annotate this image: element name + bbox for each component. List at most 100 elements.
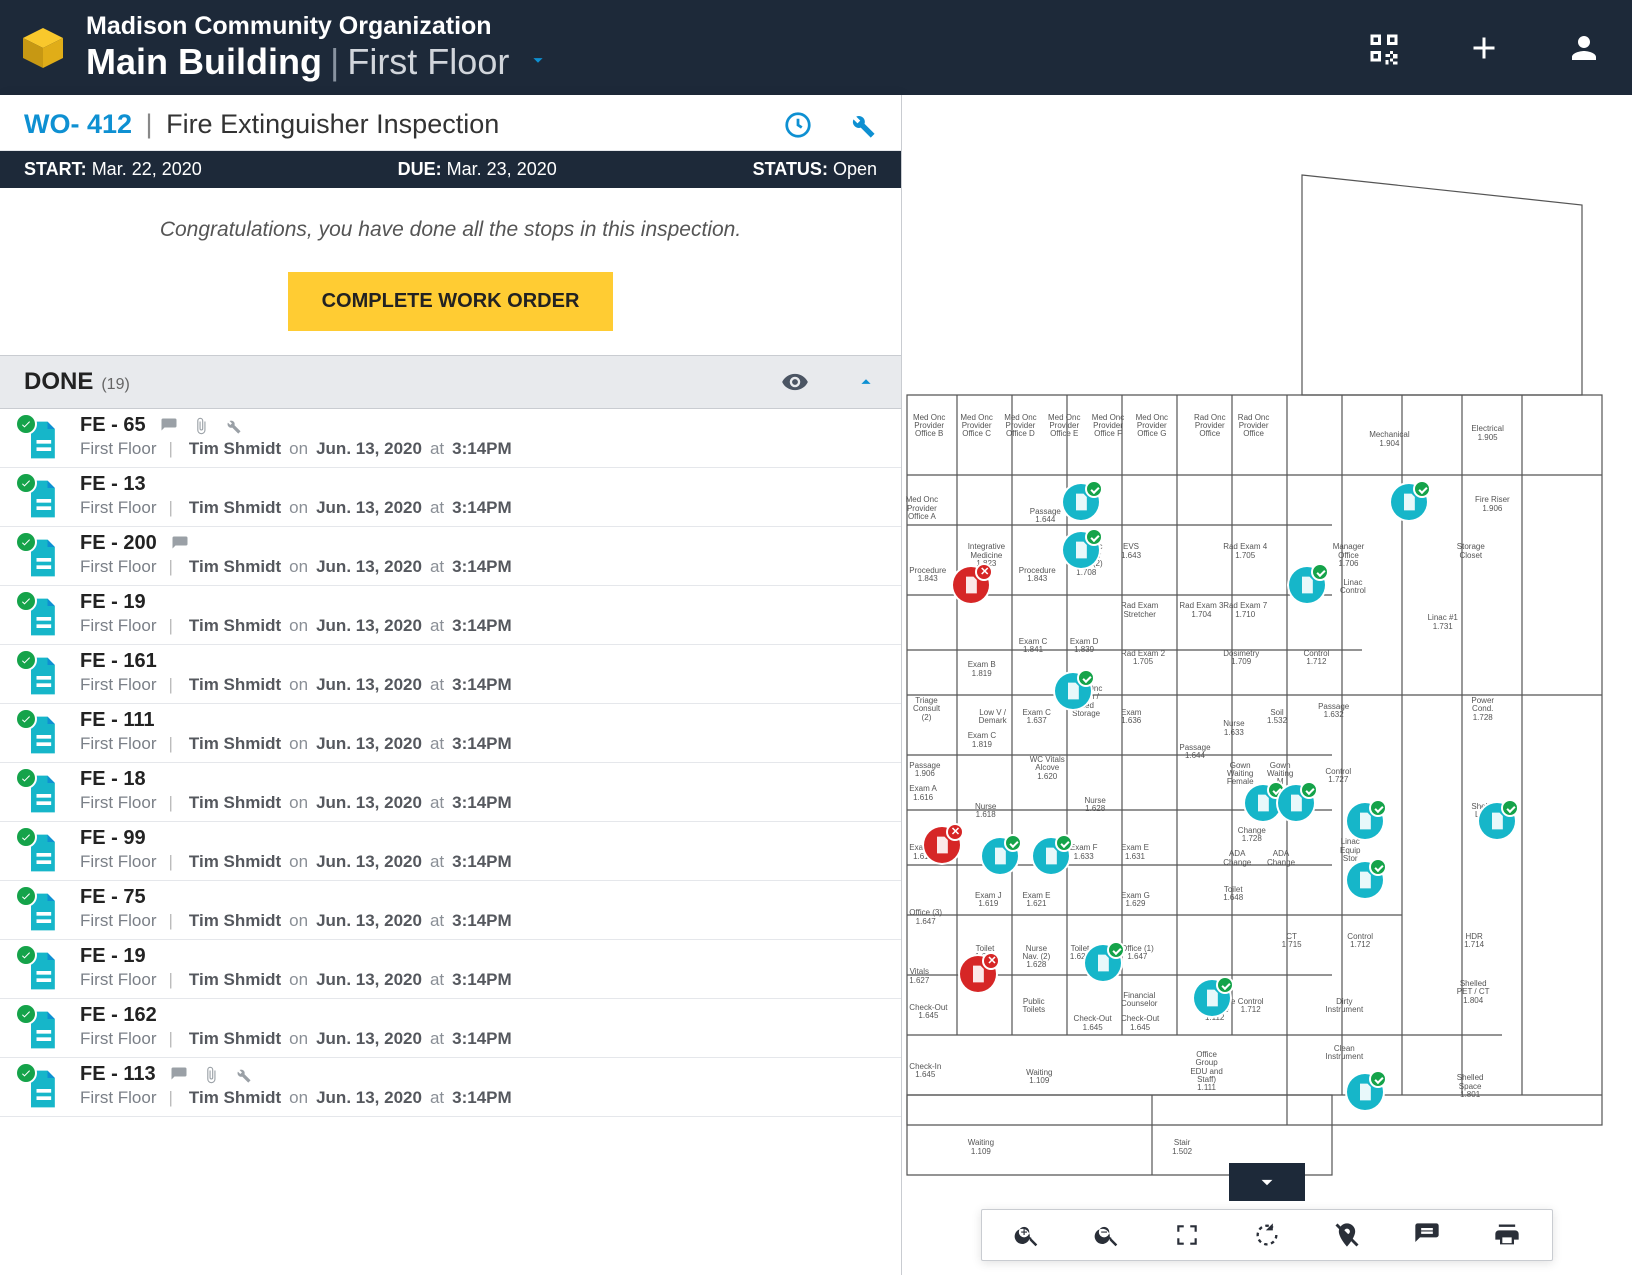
eye-icon[interactable] — [781, 368, 809, 396]
done-section-header[interactable]: DONE (19) — [0, 355, 901, 409]
floor-name: First Floor — [347, 41, 509, 83]
collapse-icon[interactable] — [855, 371, 877, 393]
stop-text: FE - 200 First Floor | Tim Shmidt on Jun… — [80, 532, 877, 577]
check-badge-icon — [15, 826, 37, 848]
location-off-icon[interactable] — [1332, 1220, 1362, 1250]
stop-status-icon — [20, 713, 64, 757]
print-icon[interactable] — [1492, 1220, 1522, 1250]
building-selector[interactable]: Main Building | First Floor — [86, 41, 549, 83]
room-label: Vitals1.627 — [909, 968, 929, 985]
list-item[interactable]: FE - 99 First Floor | Tim Shmidt on Jun.… — [0, 822, 901, 881]
list-item[interactable]: FE - 200 First Floor | Tim Shmidt on Jun… — [0, 527, 901, 586]
room-label: Med OncProviderOffice D — [1004, 414, 1036, 439]
work-order-number[interactable]: WO- 412 — [24, 109, 132, 139]
stop-status-icon — [20, 949, 64, 993]
room-label: Linac #11.731 — [1428, 614, 1458, 631]
due-value: Mar. 23, 2020 — [447, 159, 557, 179]
room-label: Low V /Demark — [979, 709, 1007, 726]
list-item[interactable]: FE - 65 First Floor | Tim Shmidt on Jun.… — [0, 409, 901, 468]
room-label: Exam D1.839 — [1070, 638, 1098, 655]
stop-line-2: First Floor | Tim Shmidt on Jun. 13, 202… — [80, 498, 877, 518]
room-label: Med OncProviderOffice C — [960, 414, 992, 439]
room-label: Stair1.502 — [1172, 1139, 1192, 1156]
room-label: OfficeGroupEDU andStaff)1.111 — [1190, 1051, 1222, 1093]
stop-status-icon — [20, 418, 64, 462]
list-item[interactable]: FE - 161 First Floor | Tim Shmidt on Jun… — [0, 645, 901, 704]
attachment-icon[interactable] — [192, 417, 210, 435]
stop-line-1: FE - 19 — [80, 945, 877, 968]
wrench-icon[interactable] — [224, 417, 242, 435]
stop-floor: First Floor — [80, 557, 157, 577]
stop-line-1: FE - 13 — [80, 473, 877, 496]
wrench-icon[interactable] — [234, 1066, 252, 1084]
map-marker-ok[interactable] — [1289, 567, 1325, 603]
stop-text: FE - 13 First Floor | Tim Shmidt on Jun.… — [80, 473, 877, 518]
room-label: Exam B1.819 — [968, 661, 996, 678]
stop-date: Jun. 13, 2020 — [316, 1029, 422, 1049]
list-item[interactable]: FE - 113 First Floor | Tim Shmidt on Jun… — [0, 1058, 901, 1117]
stop-text: FE - 18 First Floor | Tim Shmidt on Jun.… — [80, 768, 877, 813]
work-order-header: WO- 412 | Fire Extinguisher Inspection — [0, 95, 901, 151]
fullscreen-icon[interactable] — [1172, 1220, 1202, 1250]
zoom-out-icon[interactable] — [1092, 1220, 1122, 1250]
room-label: Waiting1.109 — [968, 1139, 994, 1156]
map-marker-ok[interactable] — [1479, 803, 1515, 839]
map-marker-ok[interactable] — [1194, 980, 1230, 1016]
comment-icon[interactable] — [160, 417, 178, 435]
stop-text: FE - 75 First Floor | Tim Shmidt on Jun.… — [80, 886, 877, 931]
stop-date: Jun. 13, 2020 — [316, 616, 422, 636]
wo-sep: | — [146, 109, 153, 139]
stop-line-1: FE - 65 — [80, 414, 877, 437]
list-item[interactable]: FE - 19 First Floor | Tim Shmidt on Jun.… — [0, 940, 901, 999]
qr-code-icon[interactable] — [1364, 28, 1404, 68]
list-item[interactable]: FE - 162 First Floor | Tim Shmidt on Jun… — [0, 999, 901, 1058]
comment-icon[interactable] — [171, 535, 189, 553]
room-label: ADAChange — [1223, 850, 1251, 867]
attachment-icon[interactable] — [202, 1066, 220, 1084]
done-header-icons — [781, 368, 877, 396]
main: WO- 412 | Fire Extinguisher Inspection S… — [0, 95, 1632, 1275]
room-label: ADAChange — [1267, 850, 1295, 867]
stop-line-1: FE - 18 — [80, 768, 877, 791]
list-item[interactable]: FE - 18 First Floor | Tim Shmidt on Jun.… — [0, 763, 901, 822]
map-toolbar — [981, 1209, 1553, 1261]
done-title-block: DONE (19) — [24, 368, 130, 396]
map-marker-ok[interactable] — [1063, 484, 1099, 520]
list-item[interactable]: FE - 19 First Floor | Tim Shmidt on Jun.… — [0, 586, 901, 645]
stop-name: FE - 162 — [80, 1004, 157, 1027]
map-expand-tab[interactable] — [1229, 1163, 1305, 1201]
room-label: Nurse1.633 — [1223, 720, 1244, 737]
room-label: Office (3)1.647 — [909, 909, 942, 926]
chevron-down-icon[interactable] — [527, 49, 549, 76]
room-label: Toilet1.648 — [1223, 886, 1243, 903]
room-label: Mechanical1.904 — [1369, 431, 1409, 448]
zoom-in-icon[interactable] — [1012, 1220, 1042, 1250]
room-label: Passage1.644 — [1179, 744, 1210, 761]
document-icon — [20, 862, 64, 879]
comment-icon[interactable] — [1412, 1220, 1442, 1250]
wrench-icon[interactable] — [847, 110, 877, 140]
comment-icon[interactable] — [170, 1066, 188, 1084]
map-marker-ok[interactable] — [1085, 945, 1121, 981]
add-icon[interactable] — [1464, 28, 1504, 68]
clock-icon[interactable] — [783, 110, 813, 140]
complete-work-order-button[interactable]: COMPLETE WORK ORDER — [288, 272, 614, 331]
stop-line-2: First Floor | Tim Shmidt on Jun. 13, 202… — [80, 911, 877, 931]
stop-floor: First Floor — [80, 852, 157, 872]
map-marker-ok[interactable] — [1063, 532, 1099, 568]
stop-floor: First Floor — [80, 1088, 157, 1108]
stop-floor: First Floor — [80, 1029, 157, 1049]
map-marker-fail[interactable] — [953, 567, 989, 603]
room-label: Dosimetry1.709 — [1223, 650, 1259, 667]
rotate-icon[interactable] — [1252, 1220, 1282, 1250]
room-label: Procedure1.843 — [1019, 567, 1056, 584]
stop-status-icon — [20, 772, 64, 816]
list-item[interactable]: FE - 75 First Floor | Tim Shmidt on Jun.… — [0, 881, 901, 940]
map-panel[interactable]: Med OncProviderOffice AMed OncProviderOf… — [902, 95, 1632, 1275]
map-marker-ok[interactable] — [1278, 785, 1314, 821]
list-item[interactable]: FE - 13 First Floor | Tim Shmidt on Jun.… — [0, 468, 901, 527]
map-marker-fail[interactable] — [924, 827, 960, 863]
user-icon[interactable] — [1564, 28, 1604, 68]
stop-date: Jun. 13, 2020 — [316, 1088, 422, 1108]
list-item[interactable]: FE - 111 First Floor | Tim Shmidt on Jun… — [0, 704, 901, 763]
